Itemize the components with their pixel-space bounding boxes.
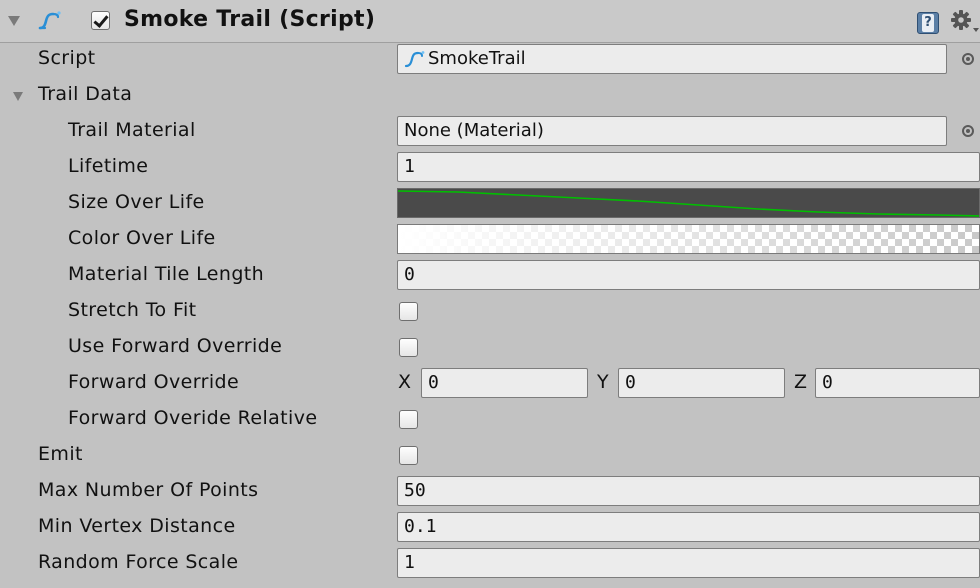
trail-material-label: Trail Material	[68, 119, 196, 141]
forward-override-z-label: Z	[794, 371, 808, 393]
forward-override-y-input[interactable]: 0	[618, 368, 785, 398]
component-title: Smoke Trail (Script)	[124, 7, 376, 32]
trail-data-foldout-label[interactable]: Trail Data	[38, 83, 132, 105]
max-number-of-points-label: Max Number Of Points	[38, 479, 259, 501]
object-picker-icon[interactable]	[962, 53, 974, 65]
trail-material-value: None (Material)	[404, 120, 544, 141]
random-force-scale-input[interactable]: 1	[397, 548, 980, 578]
max-number-of-points-input[interactable]: 50	[397, 476, 980, 506]
size-over-life-curve-field[interactable]	[397, 188, 980, 218]
min-vertex-distance-input[interactable]: 0.1	[397, 512, 980, 542]
script-object-field[interactable]: SmokeTrail	[397, 44, 947, 74]
forward-override-relative-label: Forward Overide Relative	[68, 407, 318, 429]
lifetime-input[interactable]: 1	[397, 152, 980, 182]
stretch-to-fit-checkbox[interactable]	[399, 302, 418, 321]
size-over-life-label: Size Over Life	[68, 191, 205, 213]
forward-override-label: Forward Override	[68, 371, 240, 393]
material-tile-length-label: Material Tile Length	[68, 263, 265, 285]
forward-override-y-label: Y	[597, 371, 609, 393]
use-forward-override-label: Use Forward Override	[68, 335, 283, 357]
max-number-of-points-value: 50	[404, 480, 426, 501]
forward-override-x-value: 0	[428, 372, 439, 393]
material-tile-length-value: 0	[404, 264, 415, 285]
script-field-value: SmokeTrail	[428, 48, 526, 69]
lifetime-label: Lifetime	[68, 155, 149, 177]
triangle-down-icon[interactable]	[13, 92, 23, 101]
min-vertex-distance-value: 0.1	[404, 516, 437, 537]
lifetime-value: 1	[404, 156, 415, 177]
random-force-scale-label: Random Force Scale	[38, 551, 239, 573]
component-enabled-checkbox[interactable]	[91, 11, 110, 30]
component-header[interactable]: Smoke Trail (Script)	[0, 0, 980, 43]
min-vertex-distance-label: Min Vertex Distance	[38, 515, 236, 537]
forward-override-z-value: 0	[822, 372, 833, 393]
emit-label: Emit	[38, 443, 83, 465]
random-force-scale-value: 1	[404, 552, 415, 573]
size-over-life-curve	[398, 190, 979, 217]
forward-override-relative-checkbox[interactable]	[399, 410, 418, 429]
forward-override-x-label: X	[398, 371, 412, 393]
script-label: Script	[38, 47, 96, 69]
forward-override-z-input[interactable]: 0	[815, 368, 980, 398]
script-icon	[38, 11, 61, 30]
color-over-life-gradient-field[interactable]	[397, 224, 980, 254]
use-forward-override-checkbox[interactable]	[399, 338, 418, 357]
triangle-down-icon[interactable]	[8, 16, 20, 26]
material-tile-length-input[interactable]: 0	[397, 260, 980, 290]
help-book-icon[interactable]	[917, 12, 939, 34]
object-picker-icon[interactable]	[962, 125, 974, 137]
gear-icon[interactable]	[948, 8, 980, 38]
script-icon	[404, 51, 425, 68]
emit-checkbox[interactable]	[399, 446, 418, 465]
stretch-to-fit-label: Stretch To Fit	[68, 299, 197, 321]
inspector-component: Smoke Trail (Script) Script SmokeTrail T…	[0, 0, 980, 588]
trail-material-field[interactable]: None (Material)	[397, 116, 947, 146]
forward-override-y-value: 0	[625, 372, 636, 393]
forward-override-x-input[interactable]: 0	[421, 368, 588, 398]
color-over-life-label: Color Over Life	[68, 227, 216, 249]
